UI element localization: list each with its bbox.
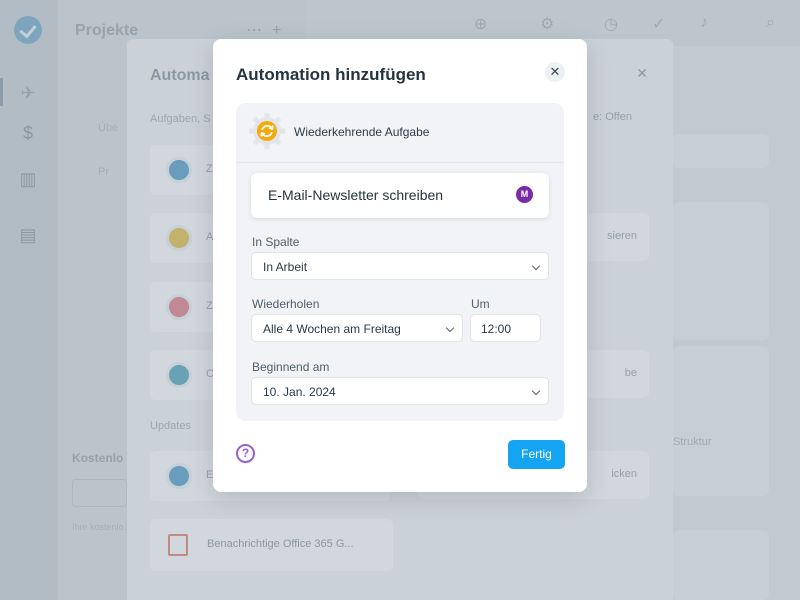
- time-input-value: 12:00: [481, 322, 512, 336]
- task-name-value: E-Mail-Newsletter schreiben: [268, 187, 444, 203]
- done-button[interactable]: Fertig: [508, 440, 565, 469]
- start-date-label: Beginnend am: [252, 360, 330, 374]
- start-date-select[interactable]: 10. Jan. 2024: [251, 377, 549, 405]
- start-date-value: 10. Jan. 2024: [263, 385, 336, 399]
- automation-type-label: Wiederkehrende Aufgabe: [294, 125, 430, 139]
- recurring-task-icon: [249, 113, 285, 149]
- repeat-label: Wiederholen: [252, 297, 320, 311]
- close-icon[interactable]: ✕: [545, 62, 565, 82]
- automation-type-header: Wiederkehrende Aufgabe: [236, 103, 564, 163]
- assignee-avatar[interactable]: M: [516, 186, 533, 203]
- automation-config-panel: Wiederkehrende Aufgabe E-Mail-Newsletter…: [236, 103, 564, 421]
- column-label: In Spalte: [252, 235, 300, 249]
- help-icon[interactable]: ?: [236, 444, 255, 463]
- chevron-down-icon: [531, 261, 541, 271]
- column-select-value: In Arbeit: [263, 260, 308, 274]
- add-automation-dialog: Automation hinzufügen ✕ Wiederkehrende A…: [213, 39, 587, 492]
- repeat-select[interactable]: Alle 4 Wochen am Freitag: [251, 314, 463, 342]
- dialog-title: Automation hinzufügen: [236, 65, 426, 84]
- time-label: Um: [471, 297, 490, 311]
- chevron-down-icon: [445, 323, 455, 333]
- task-name-field[interactable]: E-Mail-Newsletter schreiben M: [251, 173, 549, 218]
- column-select[interactable]: In Arbeit: [251, 252, 549, 280]
- time-input[interactable]: 12:00: [470, 314, 541, 342]
- chevron-down-icon: [531, 386, 541, 396]
- repeat-select-value: Alle 4 Wochen am Freitag: [263, 322, 401, 336]
